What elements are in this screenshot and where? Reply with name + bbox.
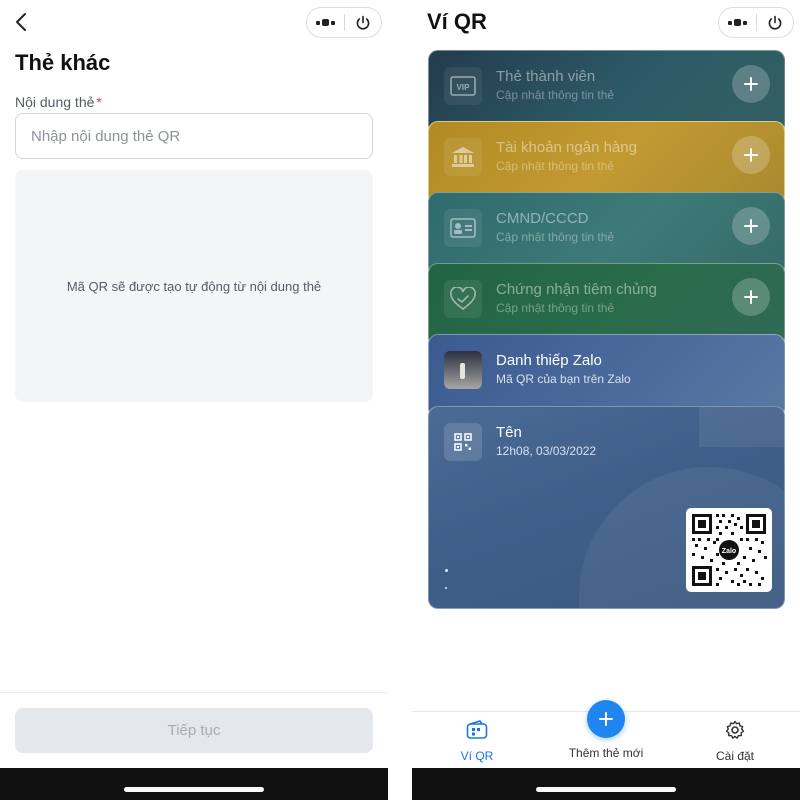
card-decoration: [699, 407, 784, 447]
card-subtitle: Cập nhật thông tin thẻ: [496, 230, 615, 244]
more-button[interactable]: [307, 8, 344, 37]
continue-button[interactable]: Tiếp tục: [15, 708, 373, 753]
field-label-text: Nội dung thẻ: [15, 94, 95, 110]
card-dot: [445, 587, 447, 589]
page-title: Ví QR: [427, 9, 487, 34]
add-fab[interactable]: [587, 700, 625, 738]
home-indicator: [124, 787, 264, 792]
tab-label: Ví QR: [460, 749, 494, 763]
card-content-input[interactable]: [15, 113, 373, 159]
home-indicator: [536, 787, 676, 792]
qr-preview-hint: Mã QR sẽ được tạo tự động từ nội dung th…: [66, 278, 322, 294]
card-custom-qr[interactable]: Tên 12h08, 03/03/2022 Zalo: [428, 406, 785, 609]
more-dots-icon: [315, 19, 335, 26]
card-title: Thẻ thành viên: [496, 68, 596, 85]
home-indicator-area: [0, 768, 388, 800]
qr-preview-area: Mã QR sẽ được tạo tự động từ nội dung th…: [15, 170, 373, 402]
card-content-label: Nội dung thẻ *: [15, 94, 102, 110]
card-subtitle: Mã QR của bạn trên Zalo: [496, 372, 631, 386]
close-app-button[interactable]: [345, 8, 382, 37]
chevron-left-icon: [16, 13, 26, 31]
add-card-button[interactable]: [732, 207, 770, 245]
card-title: Danh thiếp Zalo: [496, 352, 602, 369]
power-icon: [356, 15, 370, 30]
plus-icon: [599, 712, 613, 726]
add-card-button[interactable]: [732, 278, 770, 316]
plus-icon: [744, 77, 758, 91]
required-marker: *: [96, 94, 102, 110]
add-card-button[interactable]: [732, 65, 770, 103]
close-app-button[interactable]: [757, 8, 794, 37]
page-title: Thẻ khác: [15, 50, 111, 75]
card-title: Tên: [496, 424, 522, 441]
card-subtitle: Cập nhật thông tin thẻ: [496, 159, 615, 173]
tab-label: Cài đặt: [715, 749, 755, 763]
miniapp-capsule: [718, 7, 794, 38]
card-title: Chứng nhận tiêm chủng: [496, 281, 657, 298]
tab-label: Thêm thẻ mới: [568, 746, 644, 760]
svg-text:VIP: VIP: [457, 83, 471, 92]
profile-avatar: [444, 351, 482, 389]
tab-qr-wallet[interactable]: Ví QR: [432, 720, 522, 763]
more-dots-icon: [727, 19, 747, 26]
id-card-icon: [444, 209, 482, 247]
qr-code[interactable]: Zalo: [686, 508, 772, 592]
add-card-button[interactable]: [732, 136, 770, 174]
divider: [0, 692, 388, 693]
avatar: [444, 351, 482, 389]
qr-logo-text: Zalo: [722, 548, 736, 555]
card-subtitle: 12h08, 03/03/2022: [496, 444, 597, 458]
wallet-icon: [466, 720, 488, 739]
plus-icon: [744, 290, 758, 304]
more-button[interactable]: [719, 8, 756, 37]
qr-wallet-screen: Ví QR VIP Thẻ thành viên Cập nhật thông …: [412, 0, 800, 800]
screen-gap: [388, 0, 412, 800]
bank-icon: [444, 138, 482, 176]
card-title: Tài khoản ngân hàng: [496, 139, 637, 156]
card-subtitle: Cập nhật thông tin thẻ: [496, 88, 615, 102]
card-title: CMND/CCCD: [496, 210, 589, 227]
other-card-screen: Thẻ khác Nội dung thẻ* Mã QR sẽ được tạo…: [0, 0, 388, 800]
add-new-card-button[interactable]: Thêm thẻ mới: [561, 700, 651, 760]
qr-icon: [444, 423, 482, 461]
home-indicator-area: [412, 768, 800, 800]
tab-settings[interactable]: Cài đặt: [690, 720, 780, 763]
back-button[interactable]: [10, 10, 32, 34]
power-icon: [768, 15, 782, 30]
plus-icon: [744, 219, 758, 233]
gear-icon: [725, 720, 745, 739]
card-subtitle: Cập nhật thông tin thẻ: [496, 301, 615, 315]
card-dot: [445, 569, 448, 572]
miniapp-capsule: [306, 7, 382, 38]
plus-icon: [744, 148, 758, 162]
vaccine-heart-icon: [444, 280, 482, 318]
vip-card-icon: VIP: [444, 67, 482, 105]
